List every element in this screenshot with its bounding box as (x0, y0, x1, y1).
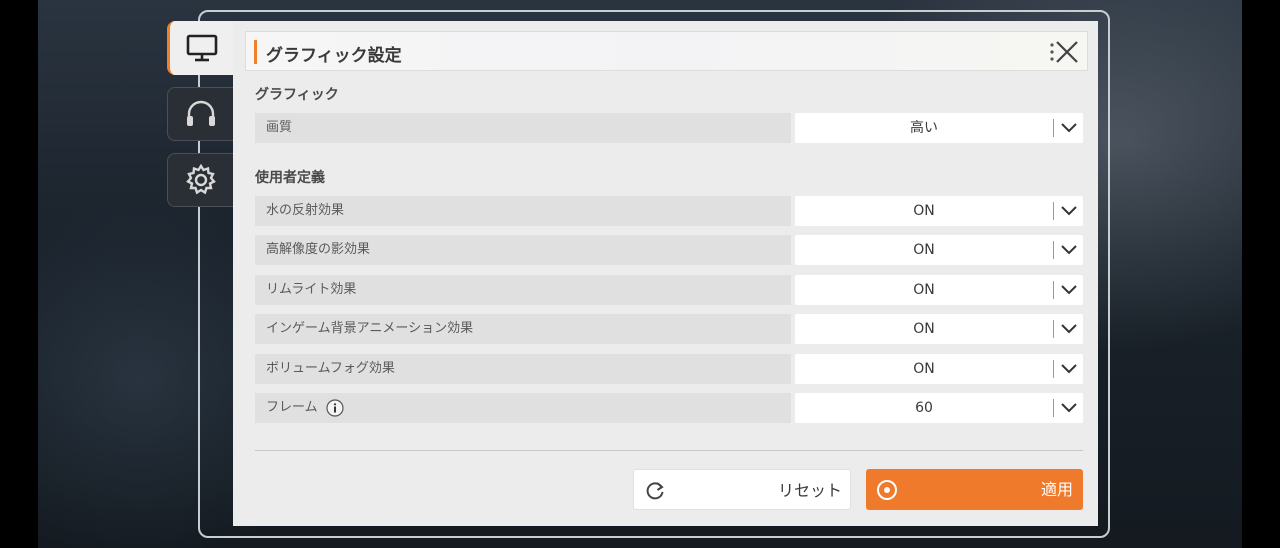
chevron-down-icon (1061, 245, 1077, 255)
chevron-down-icon (1061, 206, 1077, 216)
select-value: ON (913, 203, 935, 219)
water-reflection-select[interactable]: ON (795, 196, 1083, 226)
apply-button[interactable]: 適用 (866, 469, 1083, 510)
setting-row-bg-animation: インゲーム背景アニメーション効果 ON (255, 314, 1083, 344)
panel-title: グラフィック設定 (266, 46, 402, 66)
section-label-custom: 使用者定義 (255, 170, 325, 186)
tab-audio[interactable] (167, 87, 233, 141)
divider (255, 450, 1083, 451)
select-value: 高い (910, 120, 938, 136)
gear-icon (185, 163, 216, 195)
letterbox-left (0, 0, 38, 548)
display-icon (186, 34, 217, 62)
setting-label: ボリュームフォグ効果 (255, 354, 791, 384)
quality-select[interactable]: 高い (795, 113, 1083, 143)
headphones-icon (186, 100, 215, 126)
close-icon[interactable] (1055, 40, 1079, 64)
bg-animation-select[interactable]: ON (795, 314, 1083, 344)
setting-label: リムライト効果 (255, 275, 791, 305)
settings-panel: グラフィック設定 グラフィック 画質 高い 使用者定義 水の反射効果 ON 高解… (233, 21, 1098, 526)
select-value: ON (913, 361, 935, 377)
setting-row-water-reflection: 水の反射効果 ON (255, 196, 1083, 226)
select-divider (1053, 360, 1054, 378)
setting-row-rim-light: リムライト効果 ON (255, 275, 1083, 305)
chevron-down-icon (1061, 403, 1077, 413)
chevron-down-icon (1061, 364, 1077, 374)
select-divider (1053, 281, 1054, 299)
select-divider (1053, 320, 1054, 338)
letterbox-right (1242, 0, 1280, 548)
confirm-circle-icon (877, 480, 897, 500)
reset-button[interactable]: リセット (633, 469, 851, 510)
select-value: ON (913, 242, 935, 258)
frame-rate-select[interactable]: 60 (795, 393, 1083, 423)
select-value: ON (913, 321, 935, 337)
chevron-down-icon (1061, 324, 1077, 334)
setting-row-frame: フレーム 60 (255, 393, 1083, 423)
select-divider (1053, 202, 1054, 220)
setting-label: フレーム (255, 393, 791, 423)
reset-button-label: リセット (777, 481, 842, 500)
hires-shadow-select[interactable]: ON (795, 235, 1083, 265)
rim-light-select[interactable]: ON (795, 275, 1083, 305)
setting-row-volume-fog: ボリュームフォグ効果 ON (255, 354, 1083, 384)
setting-label: 画質 (255, 113, 791, 143)
tab-settings[interactable] (167, 153, 233, 207)
select-value: ON (913, 282, 935, 298)
section-label-graphics: グラフィック (255, 87, 339, 103)
setting-row-hires-shadow: 高解像度の影効果 ON (255, 235, 1083, 265)
info-icon[interactable] (326, 399, 344, 417)
chevron-down-icon (1061, 123, 1077, 133)
apply-button-label: 適用 (1040, 480, 1073, 499)
setting-row-quality: 画質 高い (255, 113, 1083, 143)
panel-titlebar: グラフィック設定 (245, 31, 1088, 71)
tab-graphics[interactable] (167, 21, 233, 75)
select-divider (1053, 399, 1054, 417)
setting-label: 水の反射効果 (255, 196, 791, 226)
setting-label: 高解像度の影効果 (255, 235, 791, 265)
select-divider (1053, 119, 1054, 137)
volume-fog-select[interactable]: ON (795, 354, 1083, 384)
select-value: 60 (915, 400, 933, 416)
title-accent-bar (254, 40, 257, 64)
chevron-down-icon (1061, 285, 1077, 295)
setting-label: インゲーム背景アニメーション効果 (255, 314, 791, 344)
refresh-icon (646, 482, 664, 500)
select-divider (1053, 241, 1054, 259)
